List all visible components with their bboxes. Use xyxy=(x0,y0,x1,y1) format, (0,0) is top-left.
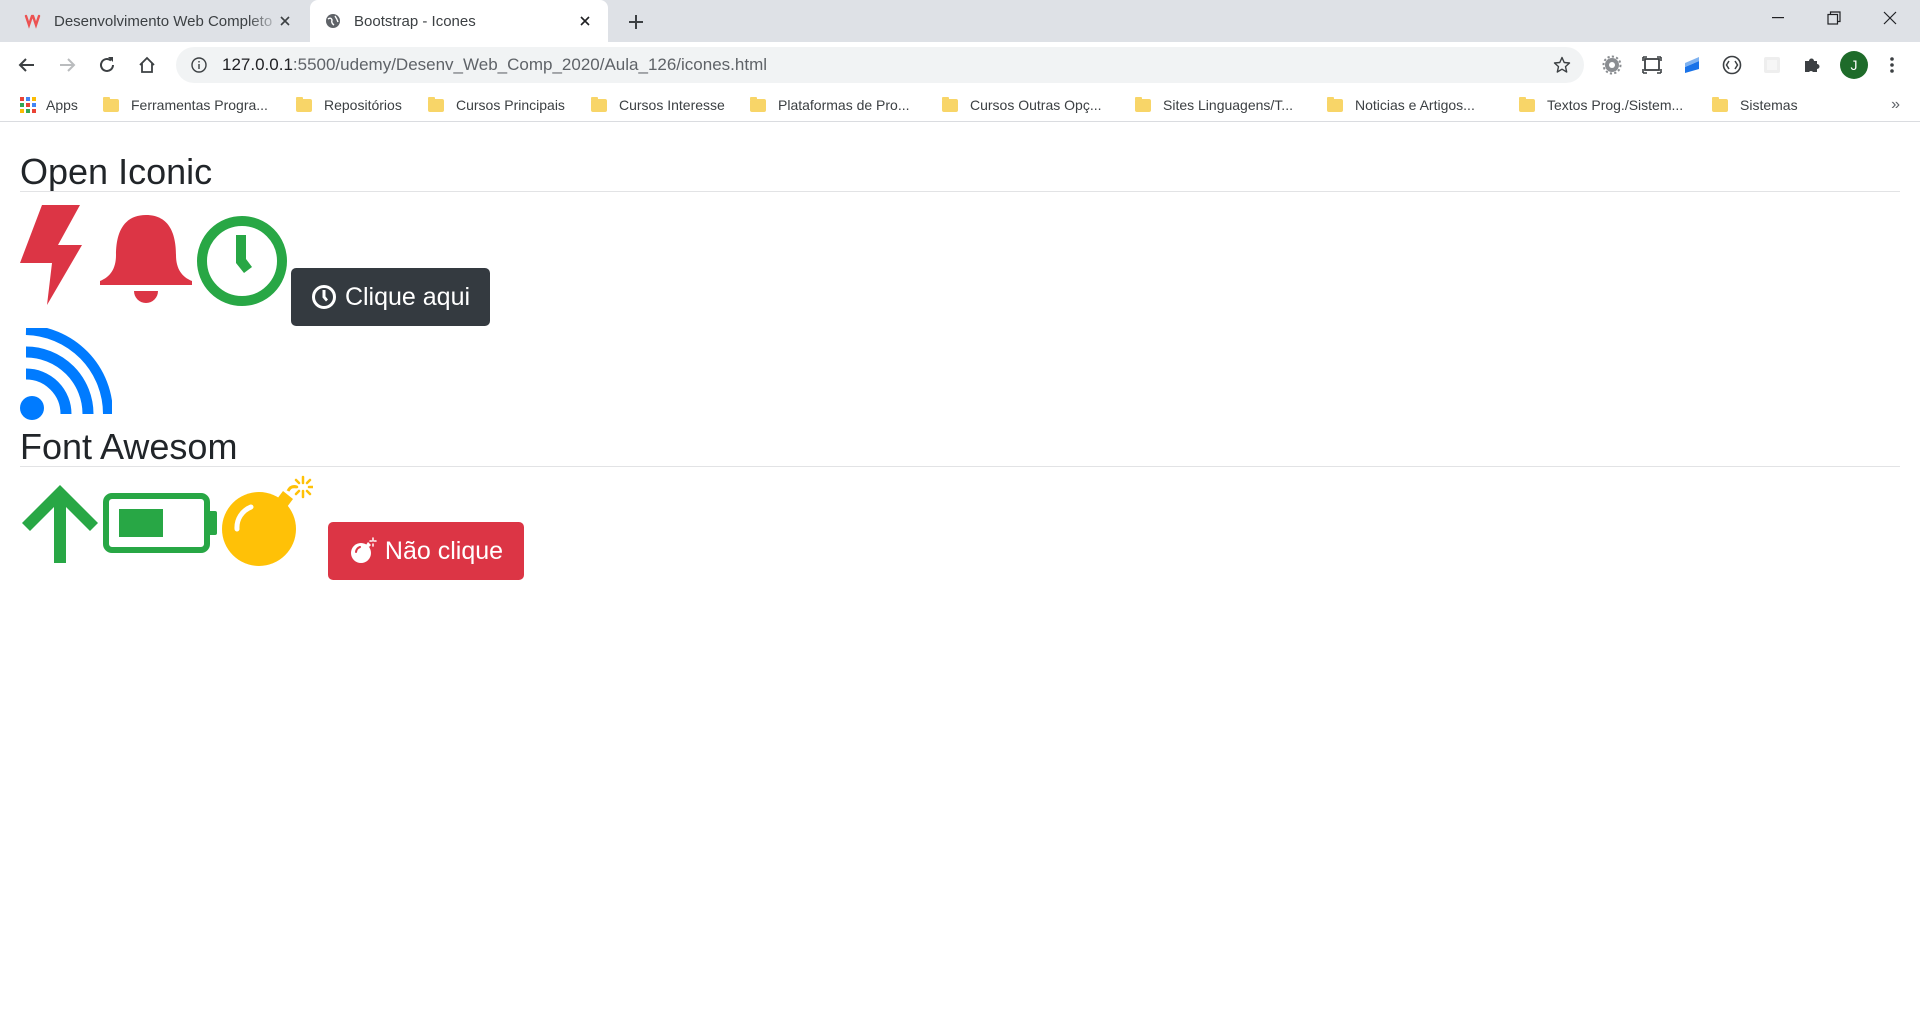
url-path: :5500/udemy/Desenv_Web_Comp_2020/Aula_12… xyxy=(292,55,768,74)
bookmark-folder[interactable]: Cursos Interesse xyxy=(591,94,725,116)
back-button[interactable] xyxy=(12,50,42,80)
folder-icon xyxy=(942,96,958,112)
close-window-button[interactable] xyxy=(1862,0,1918,36)
bookmark-label: Apps xyxy=(46,97,78,113)
close-tab-icon[interactable] xyxy=(576,12,594,30)
bookmark-label: Sites Linguagens/T... xyxy=(1163,97,1293,113)
bookmark-label: Noticias e Artigos... xyxy=(1355,97,1475,113)
plus-icon xyxy=(629,15,643,29)
menu-kebab-icon[interactable] xyxy=(1880,53,1904,77)
page-content: Open Iconic Clique aqui Font Awesom Não … xyxy=(0,123,1920,1030)
clique-aqui-button[interactable]: Clique aqui xyxy=(291,268,490,326)
url-host: 127.0.0.1 xyxy=(222,55,293,74)
udemy-logo-icon xyxy=(24,12,42,30)
url-text[interactable]: 127.0.0.1:5500/udemy/Desenv_Web_Comp_202… xyxy=(222,55,767,75)
tab-strip: Desenvolvimento Web Completo Bootstrap -… xyxy=(0,0,1920,42)
reload-button[interactable] xyxy=(92,50,122,80)
forward-button[interactable] xyxy=(52,50,82,80)
restore-button[interactable] xyxy=(1806,0,1862,36)
bookmark-folder[interactable]: Cursos Principais xyxy=(428,94,565,116)
bookmark-folder[interactable]: Repositórios xyxy=(296,94,402,116)
bolt-icon xyxy=(20,205,82,305)
bookmark-star-icon[interactable] xyxy=(1552,55,1572,75)
bell-icon xyxy=(100,215,192,303)
section-heading-font-awesom: Font Awesom xyxy=(20,426,238,467)
extensions-puzzle-icon[interactable] xyxy=(1800,53,1824,77)
tab-title: Bootstrap - Icones xyxy=(354,12,476,30)
reload-icon xyxy=(100,57,114,72)
bookmark-label: Textos Prog./Sistem... xyxy=(1547,97,1684,113)
extension-blue-icon[interactable] xyxy=(1680,53,1704,77)
arrow-up-icon xyxy=(22,485,98,563)
minimize-icon xyxy=(1772,17,1784,19)
bomb-icon xyxy=(222,475,313,566)
bookmark-label: Cursos Principais xyxy=(456,97,565,113)
address-bar[interactable]: 127.0.0.1:5500/udemy/Desenv_Web_Comp_202… xyxy=(176,47,1584,83)
bookmark-folder[interactable]: Plataformas de Pro... xyxy=(750,94,910,116)
home-button[interactable] xyxy=(132,50,162,80)
bookmark-label: Cursos Interesse xyxy=(619,97,725,113)
bookmark-folder[interactable]: Textos Prog./Sistem... xyxy=(1519,94,1683,116)
folder-icon xyxy=(103,96,119,112)
battery-half-icon xyxy=(103,493,217,553)
section-heading-open-iconic: Open Iconic xyxy=(20,151,213,192)
screenshot-extension-icon[interactable] xyxy=(1640,53,1664,77)
bookmarks-bar: Apps Ferramentas Progra... Repositórios … xyxy=(0,88,1920,122)
apps-grid-icon xyxy=(20,97,36,113)
folder-icon xyxy=(750,96,766,112)
arrow-right-icon xyxy=(60,58,76,72)
rss-icon xyxy=(20,328,112,420)
folder-icon xyxy=(591,96,607,112)
folder-icon xyxy=(296,96,312,112)
browser-toolbar: 127.0.0.1:5500/udemy/Desenv_Web_Comp_202… xyxy=(0,42,1920,88)
bookmark-folder[interactable]: Sistemas xyxy=(1712,94,1798,116)
folder-icon xyxy=(1135,96,1151,112)
bookmark-label: Cursos Outras Opç... xyxy=(970,97,1102,113)
tab-udemy[interactable]: Desenvolvimento Web Completo xyxy=(10,0,308,42)
folder-icon xyxy=(428,96,444,112)
folder-icon xyxy=(1712,96,1728,112)
new-tab-button[interactable] xyxy=(624,10,648,34)
extension-gear-icon[interactable] xyxy=(1600,53,1624,77)
tab-bootstrap-icones[interactable]: Bootstrap - Icones xyxy=(310,0,608,42)
folder-icon xyxy=(1519,96,1535,112)
tab-title: Desenvolvimento Web Completo xyxy=(54,12,273,30)
section-divider xyxy=(20,191,1900,192)
folder-icon xyxy=(1327,96,1343,112)
button-label: Clique aqui xyxy=(344,282,471,311)
clock-icon xyxy=(311,284,337,310)
globe-icon xyxy=(324,12,342,30)
bookmark-folder[interactable]: Noticias e Artigos... xyxy=(1327,94,1475,116)
bookmark-label: Repositórios xyxy=(324,97,402,113)
home-icon xyxy=(139,56,155,73)
info-icon[interactable] xyxy=(190,56,208,74)
bookmark-apps[interactable]: Apps xyxy=(20,94,78,116)
bookmarks-overflow-button[interactable]: » xyxy=(1891,96,1900,114)
close-tab-icon[interactable] xyxy=(276,12,294,30)
bookmark-label: Sistemas xyxy=(1740,97,1798,113)
bomb-icon xyxy=(349,537,377,565)
bookmark-folder[interactable]: Cursos Outras Opç... xyxy=(942,94,1101,116)
code-extension-icon[interactable] xyxy=(1720,53,1744,77)
section-divider xyxy=(20,466,1900,467)
bookmark-label: Plataformas de Pro... xyxy=(778,97,910,113)
profile-avatar[interactable]: J xyxy=(1840,51,1868,79)
close-icon xyxy=(1883,11,1897,25)
restore-icon xyxy=(1827,11,1841,25)
minimize-button[interactable] xyxy=(1750,0,1806,36)
nao-clique-button[interactable]: Não clique xyxy=(328,522,524,580)
bookmark-label: Ferramentas Progra... xyxy=(131,97,268,113)
arrow-left-icon xyxy=(18,58,34,72)
bookmark-folder[interactable]: Ferramentas Progra... xyxy=(103,94,268,116)
button-label: Não clique xyxy=(384,536,504,565)
bookmark-folder[interactable]: Sites Linguagens/T... xyxy=(1135,94,1293,116)
clock-icon xyxy=(197,216,287,306)
extension-placeholder-icon[interactable] xyxy=(1760,53,1784,77)
